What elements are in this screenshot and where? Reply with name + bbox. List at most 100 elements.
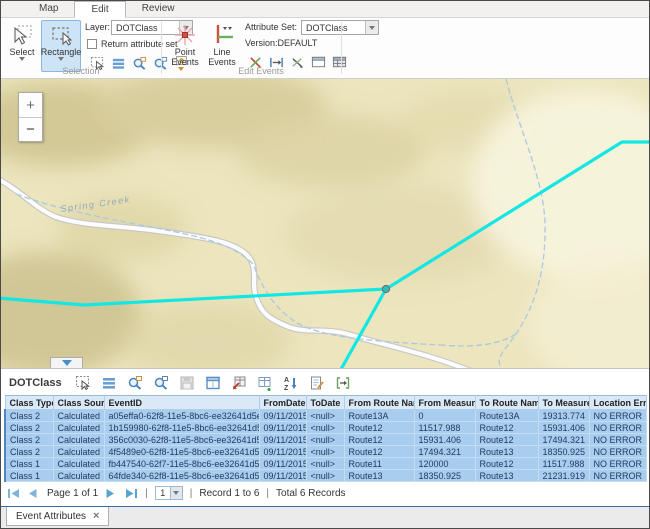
tab-edit[interactable]: Edit <box>74 1 125 18</box>
select-tool-caret-icon[interactable] <box>19 57 25 61</box>
route-junction-point <box>382 285 389 292</box>
table-cell: <null> <box>306 434 344 446</box>
table-cell: 15931.406 <box>538 422 589 434</box>
table-cell: Class 2 <box>5 446 53 458</box>
table-row[interactable]: Class 2Calculateda05effa0-62f8-11e5-8bc6… <box>5 410 646 422</box>
attribute-set-dropdown[interactable]: DOTClass <box>301 20 379 35</box>
table-cell: 0 <box>414 410 475 422</box>
pan-to-selection-icon[interactable] <box>152 55 168 71</box>
zoom-in-button[interactable]: + <box>19 93 42 117</box>
table-cell: Route12 <box>344 434 414 446</box>
column-header[interactable]: To Route Name <box>475 396 538 410</box>
export-records-icon[interactable] <box>231 374 248 391</box>
attribute-set-dropdown-button[interactable] <box>365 21 378 34</box>
attribute-window-icon[interactable] <box>205 374 222 391</box>
table-row[interactable]: Class 1Calculated64fde340-62f8-11e5-8bc6… <box>5 470 646 482</box>
tab-map[interactable]: Map <box>23 1 74 17</box>
select-tool-label: Select <box>9 47 34 57</box>
select-tool-button[interactable]: Select <box>4 20 40 72</box>
attribute-set-dropdown-value: DOTClass <box>302 23 365 33</box>
page-number-dropdown[interactable]: 1 <box>155 486 183 500</box>
table-cell: <null> <box>306 410 344 422</box>
total-records-text: Total 6 Records <box>276 488 345 499</box>
show-selected-records-icon[interactable] <box>101 374 118 391</box>
table-cell: Route12 <box>475 422 538 434</box>
column-header[interactable]: From Route Name <box>344 396 414 410</box>
table-cell: 356c0030-62f8-11e5-8bc6-ee32641d5ec9 <box>104 434 259 446</box>
last-page-icon[interactable] <box>125 488 138 499</box>
record-range-text: Record 1 to 6 <box>199 488 259 499</box>
sort-records-icon[interactable]: AZ <box>283 374 300 391</box>
table-cell: NO ERROR <box>589 410 646 422</box>
table-cell: 19313.774 <box>538 410 589 422</box>
table-row[interactable]: Class 2Calculated356c0030-62f8-11e5-8bc6… <box>5 434 646 446</box>
table-header-row: Class TypeClass SourceEventIDFromDateToD… <box>5 396 646 410</box>
edit-notes-icon[interactable] <box>309 374 326 391</box>
table-cell: fb447540-62f7-11e5-8bc6-ee32641d5ec9 <box>104 458 259 470</box>
first-page-icon[interactable] <box>7 488 20 499</box>
rectangle-tool-button[interactable]: Rectangle <box>41 20 81 72</box>
zoom-out-button[interactable]: − <box>19 117 42 141</box>
select-cursor-icon <box>10 23 34 47</box>
table-title: DOTClass <box>9 377 62 389</box>
line-events-button[interactable]: Line Events <box>204 20 240 72</box>
table-row[interactable]: Class 2Calculated1b159980-62f8-11e5-8bc6… <box>5 422 646 434</box>
table-cell: 4f5489e0-62f8-11e5-8bc6-ee32641d5ec9 <box>104 446 259 458</box>
event-table-window-icon[interactable] <box>331 54 347 70</box>
page-text: Page 1 of 1 <box>47 488 98 499</box>
table-cell: 15931.406 <box>414 434 475 446</box>
page-number-value: 1 <box>156 488 170 498</box>
column-header[interactable]: Class Source <box>53 396 104 410</box>
save-icon[interactable] <box>179 374 196 391</box>
collapse-arrow-icon <box>62 360 72 366</box>
table-cell: Class 2 <box>5 410 53 422</box>
column-header[interactable]: From Measure <box>414 396 475 410</box>
measure-tools-icon[interactable] <box>335 374 352 391</box>
column-header[interactable]: Class Type <box>5 396 53 410</box>
table-cell: Calculated <box>53 446 104 458</box>
pan-to-selected-icon[interactable] <box>153 374 170 391</box>
page-number-dropdown-button[interactable] <box>170 487 182 499</box>
table-cell: 17494.321 <box>414 446 475 458</box>
table-cell: 18350.925 <box>414 470 475 482</box>
next-page-icon[interactable] <box>105 488 118 499</box>
column-header[interactable]: FromDate <box>259 396 306 410</box>
tab-event-attributes[interactable]: Event Attributes × <box>6 507 109 526</box>
layer-label: Layer: <box>85 22 110 32</box>
column-header[interactable]: EventID <box>104 396 259 410</box>
table-cell: 17494.321 <box>538 434 589 446</box>
zoom-to-selection-icon[interactable] <box>131 55 147 71</box>
append-records-icon[interactable] <box>257 374 274 391</box>
event-attributes-table: Class TypeClass SourceEventIDFromDateToD… <box>4 395 647 482</box>
separator: | <box>266 488 269 499</box>
separator: | <box>145 488 148 499</box>
point-events-button[interactable]: Point Events <box>167 20 203 72</box>
table-row[interactable]: Class 1Calculatedfb447540-62f7-11e5-8bc6… <box>5 458 646 470</box>
table-row[interactable]: Class 2Calculated4f5489e0-62f8-11e5-8bc6… <box>5 446 646 458</box>
zoom-to-selected-icon[interactable] <box>127 374 144 391</box>
panel-tab-bar: Event Attributes × <box>1 506 649 528</box>
tab-review[interactable]: Review <box>126 1 191 17</box>
table-cell: 1b159980-62f8-11e5-8bc6-ee32641d5ec9 <box>104 422 259 434</box>
rectangle-tool-caret-icon[interactable] <box>58 57 64 61</box>
table-cell: Class 2 <box>5 434 53 446</box>
chevron-down-icon <box>369 26 375 30</box>
column-header[interactable]: Location Error <box>589 396 646 410</box>
table-cell: <null> <box>306 422 344 434</box>
close-icon[interactable]: × <box>93 511 99 522</box>
rectangle-select-icon <box>49 23 73 47</box>
group-separator <box>341 22 342 74</box>
select-records-icon[interactable] <box>75 374 92 391</box>
column-header[interactable]: To Measure <box>538 396 589 410</box>
version-text: Version:DEFAULT <box>245 38 317 48</box>
panel-collapse-tab[interactable] <box>50 357 83 368</box>
column-header[interactable]: ToDate <box>306 396 344 410</box>
chevron-down-icon <box>173 491 179 495</box>
table-cell: 09/11/2015 <box>259 458 306 470</box>
previous-page-icon[interactable] <box>27 488 40 499</box>
map-canvas[interactable]: Spring Creek + − <box>1 79 650 368</box>
tab-event-attributes-label: Event Attributes <box>16 511 86 522</box>
return-attribute-set-checkbox[interactable] <box>87 39 97 49</box>
table-cell: 09/11/2015 <box>259 410 306 422</box>
ribbon-tab-bar: Map Edit Review <box>1 1 649 18</box>
